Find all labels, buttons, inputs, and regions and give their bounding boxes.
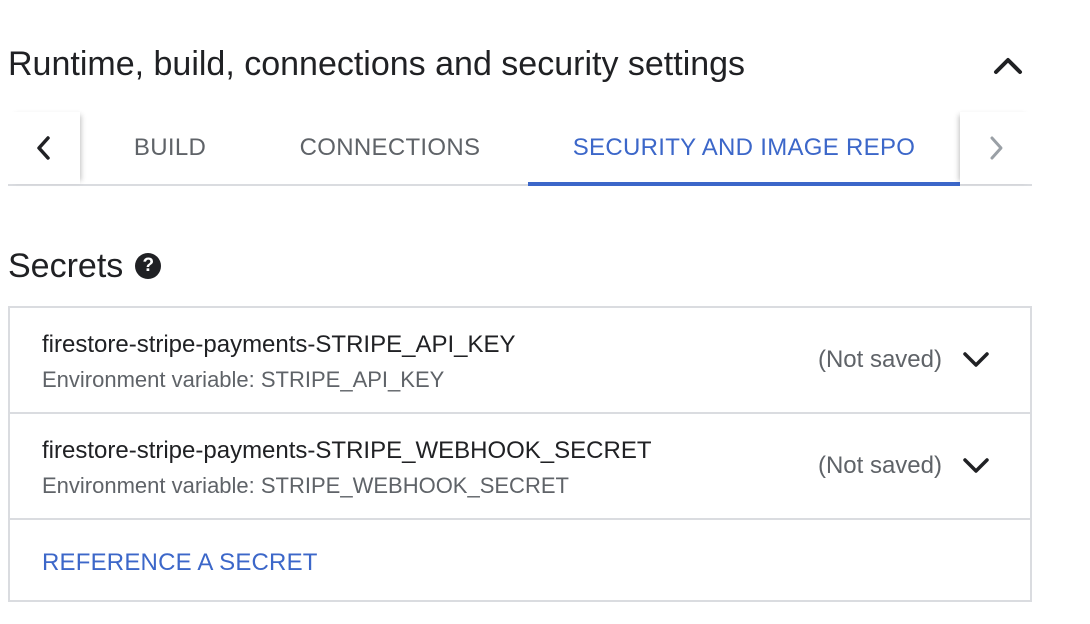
settings-tab-bar: BUILD CONNECTIONS SECURITY AND IMAGE REP… <box>8 112 1032 186</box>
tab-scroll-left-button[interactable] <box>8 112 80 184</box>
tab-security-and-image-repo[interactable]: SECURITY AND IMAGE REPO <box>528 112 960 186</box>
secret-status: (Not saved) <box>817 452 942 479</box>
secret-row[interactable]: firestore-stripe-payments-STRIPE_WEBHOOK… <box>10 414 1030 520</box>
chevron-right-icon <box>990 136 1003 160</box>
expand-button[interactable] <box>960 344 992 376</box>
section-title: Runtime, build, connections and security… <box>8 45 746 83</box>
secret-name: firestore-stripe-payments-STRIPE_API_KEY <box>42 331 516 358</box>
secret-name: firestore-stripe-payments-STRIPE_WEBHOOK… <box>42 437 652 464</box>
secrets-list: firestore-stripe-payments-STRIPE_API_KEY… <box>8 306 1032 602</box>
secrets-title: Secrets <box>8 247 124 285</box>
secret-row[interactable]: firestore-stripe-payments-STRIPE_API_KEY… <box>10 308 1030 414</box>
chevron-down-icon <box>963 352 989 367</box>
settings-section-header[interactable]: Runtime, build, connections and security… <box>8 38 1032 94</box>
tab-connections[interactable]: CONNECTIONS <box>274 112 506 184</box>
tab-scroll-right-button[interactable] <box>960 112 1032 184</box>
secret-status: (Not saved) <box>817 346 942 373</box>
chevron-up-icon <box>994 58 1022 74</box>
expand-button[interactable] <box>960 450 992 482</box>
secret-env-variable: Environment variable: STRIPE_API_KEY <box>42 367 445 392</box>
chevron-left-icon <box>37 136 50 160</box>
secret-env-variable: Environment variable: STRIPE_WEBHOOK_SEC… <box>42 473 569 498</box>
secrets-heading: Secrets ? <box>8 246 162 286</box>
tab-build[interactable]: BUILD <box>86 112 254 184</box>
collapse-button[interactable] <box>988 46 1028 86</box>
help-circle-icon[interactable]: ? <box>135 253 162 279</box>
chevron-down-icon <box>963 458 989 473</box>
reference-secret-link[interactable]: REFERENCE A SECRET <box>42 548 318 578</box>
